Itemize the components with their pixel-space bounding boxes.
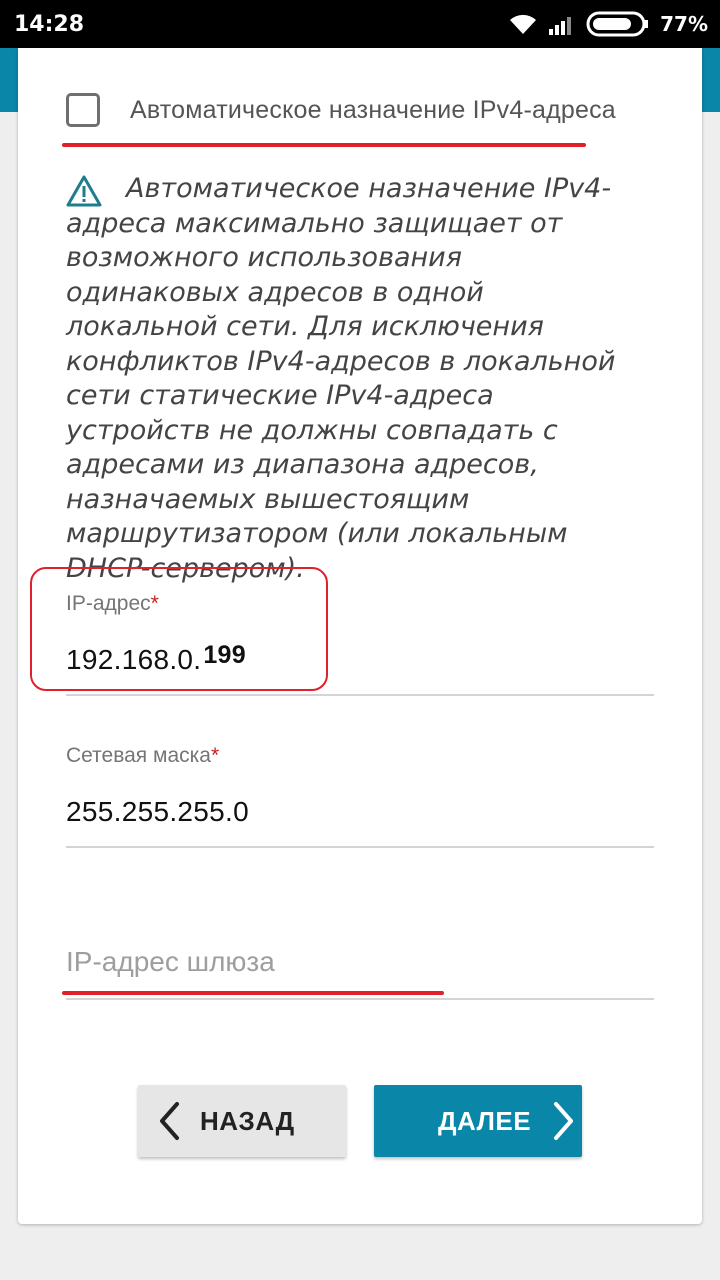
wifi-icon xyxy=(510,14,537,34)
signal-icon xyxy=(549,17,572,35)
chevron-right-icon xyxy=(554,1102,574,1140)
chevron-left-icon xyxy=(160,1102,179,1140)
gateway-underline xyxy=(66,998,654,1000)
back-button[interactable]: НАЗАД xyxy=(138,1085,346,1157)
netmask-label: Сетевая маска* xyxy=(66,744,220,767)
battery-percent: 77% xyxy=(660,12,708,36)
next-button[interactable]: ДАЛЕЕ xyxy=(374,1085,582,1157)
ip-address-label: IP-адрес* xyxy=(66,592,159,615)
netmask-input[interactable]: 255.255.255.0 xyxy=(66,796,249,828)
ip-address-input[interactable]: 192.168.0.199 xyxy=(66,641,246,676)
back-button-label: НАЗАД xyxy=(200,1105,295,1136)
gateway-input[interactable]: IP-адрес шлюза xyxy=(66,946,275,978)
status-time: 14:28 xyxy=(14,12,85,37)
netmask-underline xyxy=(66,846,654,848)
status-bar: 14:28 77% xyxy=(0,0,720,48)
status-icons: 77% xyxy=(508,10,708,38)
battery-icon xyxy=(586,11,649,37)
header-accent-right xyxy=(702,48,720,112)
annotation-underline-checkbox xyxy=(62,143,586,147)
next-button-label: ДАЛЕЕ xyxy=(438,1105,532,1136)
header-accent-left xyxy=(0,48,18,112)
warning-text: Автоматическое назначение IPv4-адреса ма… xyxy=(66,173,616,584)
auto-ipv4-checkbox[interactable] xyxy=(66,93,100,127)
auto-ipv4-label[interactable]: Автоматическое назначение IPv4-адреса xyxy=(130,96,616,125)
annotation-underline-gateway xyxy=(62,991,444,995)
ip-address-underline xyxy=(66,694,654,696)
